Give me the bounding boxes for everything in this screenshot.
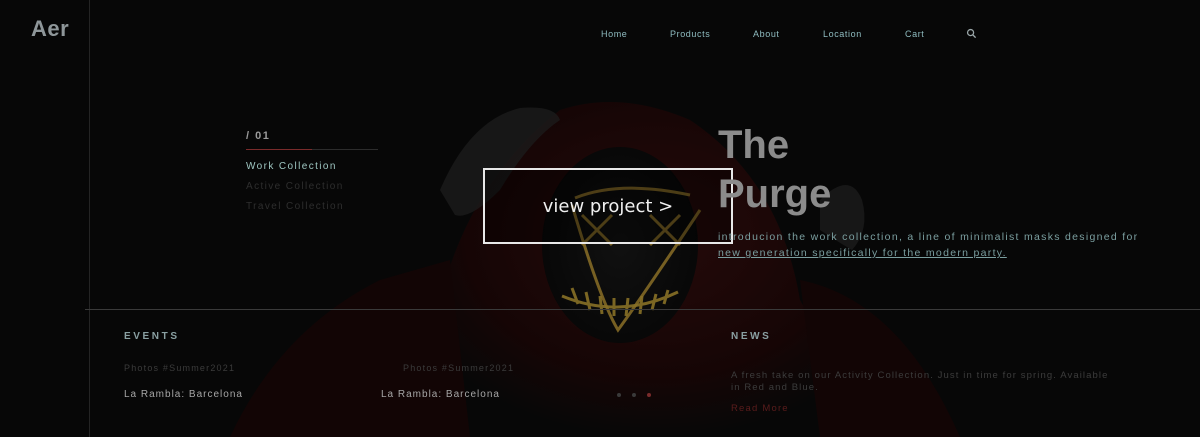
slide-number: / 01 [246, 130, 271, 142]
nav-location[interactable]: Location [823, 29, 862, 39]
search-icon[interactable] [966, 28, 977, 39]
hero-description: introducion the work collection, a line … [718, 231, 1139, 243]
hero-title-line2: Purge [718, 172, 832, 216]
hero-description-link[interactable]: new generation specifically for the mode… [718, 247, 1007, 259]
carousel-dot-3-active[interactable] [647, 393, 651, 397]
event-tag[interactable]: Photos #Summer2021 [124, 363, 235, 373]
slide-progress-fill [246, 149, 312, 150]
nav-home[interactable]: Home [601, 29, 627, 39]
collection-travel[interactable]: Travel Collection [246, 201, 344, 212]
main-nav: Home Products About Location Cart [0, 29, 1200, 41]
news-heading: NEWS [731, 331, 772, 342]
nav-products[interactable]: Products [670, 29, 710, 39]
events-heading: EVENTS [124, 331, 180, 342]
view-project-button[interactable]: view project > [483, 168, 733, 244]
event-tag[interactable]: Photos #Summer2021 [403, 363, 514, 373]
section-divider [85, 309, 1200, 310]
view-project-label: view project > [542, 195, 674, 217]
event-location[interactable]: La Rambla: Barcelona [381, 389, 500, 400]
carousel-dot-1[interactable] [617, 393, 621, 397]
collection-active[interactable]: Active Collection [246, 181, 344, 192]
news-text: A fresh take on our Activity Collection.… [731, 370, 1109, 381]
nav-about[interactable]: About [753, 29, 780, 39]
news-text-line2: in Red and Blue. [731, 382, 819, 393]
event-location[interactable]: La Rambla: Barcelona [124, 389, 243, 400]
carousel-dot-2[interactable] [632, 393, 636, 397]
read-more-link[interactable]: Read More [731, 403, 789, 414]
left-frame-line [89, 0, 90, 437]
collection-work[interactable]: Work Collection [246, 161, 337, 172]
nav-cart[interactable]: Cart [905, 29, 924, 39]
hero-title-line1: The [718, 123, 790, 167]
